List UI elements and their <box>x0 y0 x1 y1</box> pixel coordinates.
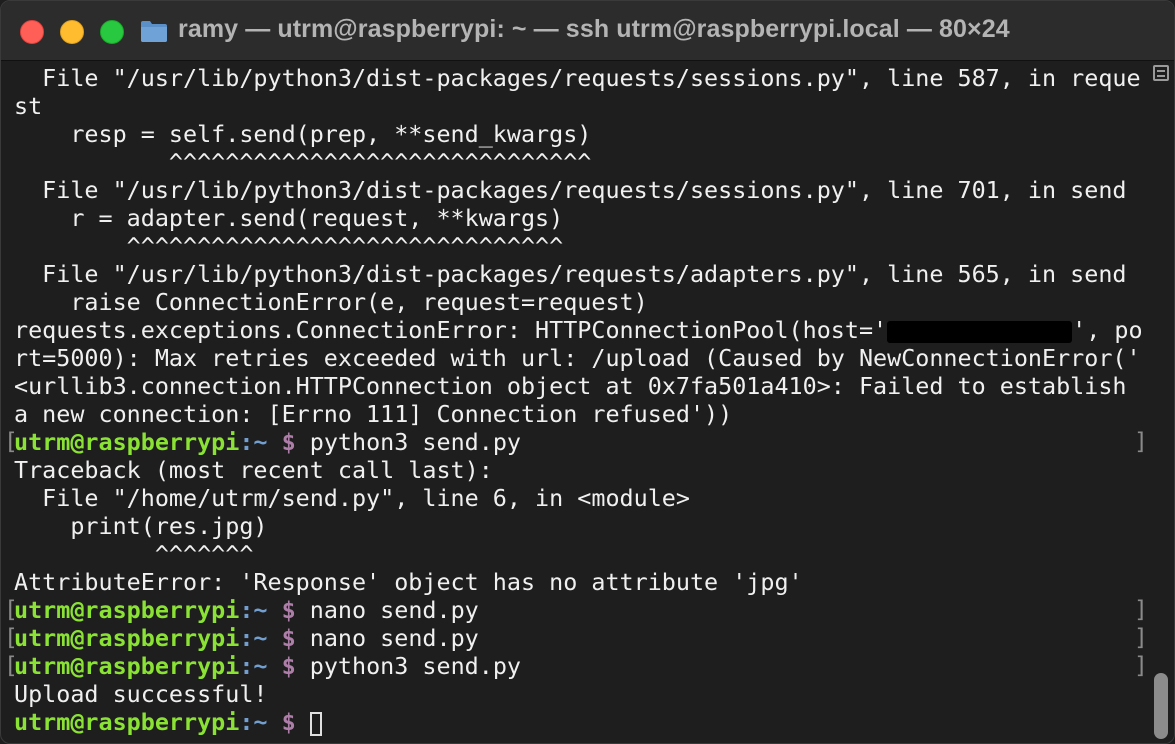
output-text: r = adapter.send(request, **kwargs) <box>14 204 564 232</box>
output-text: Upload successful! <box>14 680 268 708</box>
output-text: File "/usr/lib/python3/dist-packages/req… <box>14 64 1141 92</box>
output-text: resp = self.send(prep, **send_kwargs) <box>14 120 592 148</box>
prompt-user: utrm@raspberrypi <box>14 428 240 456</box>
output-line: a new connection: [Errno 111] Connection… <box>14 400 1144 428</box>
scrollbar[interactable] <box>1150 61 1174 743</box>
prompt-symbol: $ <box>267 708 310 736</box>
output-text: print(res.jpg) <box>14 512 268 540</box>
scrollbar-thumb[interactable] <box>1154 673 1168 739</box>
command-text: nano send.py <box>309 596 479 624</box>
prompt-path: :~ <box>239 596 268 624</box>
prompt-path: :~ <box>239 624 268 652</box>
prompt-path: :~ <box>239 708 268 736</box>
prompt-user: utrm@raspberrypi <box>14 596 240 624</box>
output-text: AttributeError: 'Response' object has no… <box>14 568 803 596</box>
prompt-user: utrm@raspberrypi <box>14 624 240 652</box>
command-text: python3 send.py <box>309 428 521 456</box>
redacted-host <box>887 320 1073 343</box>
folder-icon <box>141 21 167 42</box>
output-text: <urllib3.connection.HTTPConnection objec… <box>14 372 1127 400</box>
output-line: raise ConnectionError(e, request=request… <box>14 288 1144 316</box>
output-line: ^^^^^^^ <box>14 540 1144 568</box>
scroll-menu-icon[interactable] <box>1153 65 1169 81</box>
output-text: rt=5000): Max retries exceeded with url:… <box>14 344 1141 372</box>
prompt-mark-left: [ <box>4 429 18 455</box>
output-text: ^^^^^^^^^^^^^^^^^^^^^^^^^^^^^^ <box>14 148 592 176</box>
prompt-mark-left: [ <box>4 653 18 679</box>
output-line: ^^^^^^^^^^^^^^^^^^^^^^^^^^^^^^ <box>14 148 1144 176</box>
output-line: rt=5000): Max retries exceeded with url:… <box>14 344 1144 372</box>
prompt-path: :~ <box>239 652 268 680</box>
minimize-button[interactable] <box>60 20 84 44</box>
output-text: requests.exceptions.ConnectionError: HTT… <box>14 316 888 344</box>
prompt-symbol: $ <box>267 652 310 680</box>
output-line: <urllib3.connection.HTTPConnection objec… <box>14 372 1144 400</box>
close-button[interactable] <box>20 20 44 44</box>
prompt-line: [] utrm@raspberrypi:~ $ nano send.py <box>4 624 1148 652</box>
output-line: resp = self.send(prep, **send_kwargs) <box>14 120 1144 148</box>
prompt-mark-right: ] <box>1134 625 1148 651</box>
output-line: File "/usr/lib/python3/dist-packages/req… <box>14 176 1144 204</box>
prompt-line: [] utrm@raspberrypi:~ $ python3 send.py <box>4 428 1148 456</box>
output-line: File "/usr/lib/python3/dist-packages/req… <box>14 64 1144 92</box>
prompt-line: [] utrm@raspberrypi:~ $ nano send.py <box>4 596 1148 624</box>
output-line: Traceback (most recent call last): <box>14 456 1144 484</box>
prompt-mark-right: ] <box>1134 597 1148 623</box>
prompt-symbol: $ <box>267 596 310 624</box>
output-text: Traceback (most recent call last): <box>14 456 493 484</box>
output-text: ^^^^^^^ <box>14 540 254 568</box>
output-text: File "/home/utrm/send.py", line 6, in <m… <box>14 484 690 512</box>
output-text: ', po <box>1072 316 1143 344</box>
output-line: print(res.jpg) <box>14 512 1144 540</box>
output-line: Upload successful! <box>14 680 1144 708</box>
prompt-mark-right: ] <box>1134 429 1148 455</box>
terminal-output[interactable]: File "/usr/lib/python3/dist-packages/req… <box>4 64 1148 742</box>
terminal-window: ramy — utrm@raspberrypi: ~ — ssh utrm@ra… <box>0 0 1175 744</box>
prompt-line: [] utrm@raspberrypi:~ $ python3 send.py <box>4 652 1148 680</box>
output-line: ^^^^^^^^^^^^^^^^^^^^^^^^^^^^^^^ <box>14 232 1144 260</box>
text-cursor[interactable] <box>309 711 322 736</box>
output-line: r = adapter.send(request, **kwargs) <box>14 204 1144 232</box>
output-line: AttributeError: 'Response' object has no… <box>14 568 1144 596</box>
prompt-user: utrm@raspberrypi <box>14 708 240 736</box>
output-text: File "/usr/lib/python3/dist-packages/req… <box>14 176 1127 204</box>
output-text: a new connection: [Errno 111] Connection… <box>14 400 733 428</box>
prompt-path: :~ <box>239 428 268 456</box>
command-text: nano send.py <box>309 624 479 652</box>
output-text: st <box>14 92 43 120</box>
output-line: st <box>14 92 1144 120</box>
output-text: ^^^^^^^^^^^^^^^^^^^^^^^^^^^^^^^ <box>14 232 564 260</box>
output-text: File "/usr/lib/python3/dist-packages/req… <box>14 260 1127 288</box>
prompt-symbol: $ <box>267 624 310 652</box>
prompt-line: utrm@raspberrypi:~ $ <box>14 708 1144 736</box>
prompt-symbol: $ <box>267 428 310 456</box>
output-line: requests.exceptions.ConnectionError: HTT… <box>14 316 1144 344</box>
output-line: File "/home/utrm/send.py", line 6, in <m… <box>14 484 1144 512</box>
window-title: ramy — utrm@raspberrypi: ~ — ssh utrm@ra… <box>178 15 1010 43</box>
prompt-mark-right: ] <box>1134 653 1148 679</box>
command-text: python3 send.py <box>309 652 521 680</box>
zoom-button[interactable] <box>100 20 124 44</box>
prompt-mark-left: [ <box>4 597 18 623</box>
prompt-user: utrm@raspberrypi <box>14 652 240 680</box>
title-bar[interactable]: ramy — utrm@raspberrypi: ~ — ssh utrm@ra… <box>1 1 1174 61</box>
output-line: File "/usr/lib/python3/dist-packages/req… <box>14 260 1144 288</box>
output-text: raise ConnectionError(e, request=request… <box>14 288 648 316</box>
prompt-mark-left: [ <box>4 625 18 651</box>
